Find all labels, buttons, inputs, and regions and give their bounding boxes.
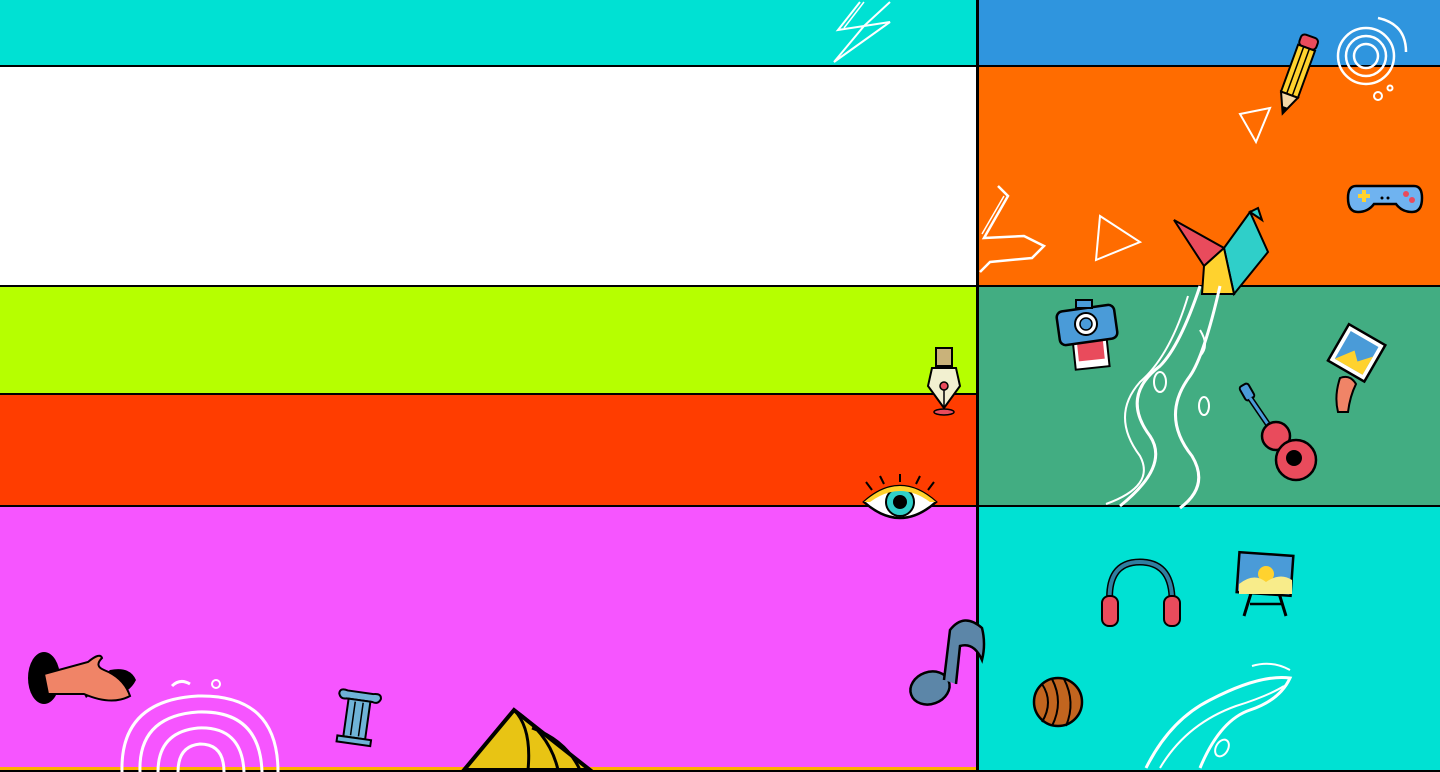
band-lime — [0, 287, 978, 395]
column-icon — [332, 688, 382, 748]
pen-nib-icon — [924, 346, 964, 418]
triangle-icon — [1094, 212, 1146, 264]
photo-card-icon — [1324, 322, 1388, 416]
eye-icon — [860, 474, 940, 526]
headphones-icon — [1100, 558, 1182, 632]
lightning-icon — [830, 0, 900, 64]
spiral-icon — [1334, 14, 1414, 104]
ball-icon — [1032, 676, 1086, 730]
pencil-icon — [1272, 28, 1322, 120]
origami-crane-icon — [1172, 206, 1272, 298]
band-red-orange — [0, 395, 978, 507]
easel-icon — [1235, 550, 1296, 620]
music-note-icon — [904, 616, 988, 716]
hat-icon — [459, 706, 596, 772]
wave-icon — [1140, 660, 1300, 770]
band-white — [0, 67, 978, 287]
camera-icon — [1054, 298, 1120, 372]
fingerprint-icon — [114, 676, 286, 772]
guitar-icon — [1236, 380, 1322, 484]
triangle-icon — [1238, 104, 1274, 145]
gamepad-icon — [1346, 182, 1424, 224]
collage-canvas — [0, 0, 1440, 772]
zigzag-icon — [978, 184, 1052, 276]
